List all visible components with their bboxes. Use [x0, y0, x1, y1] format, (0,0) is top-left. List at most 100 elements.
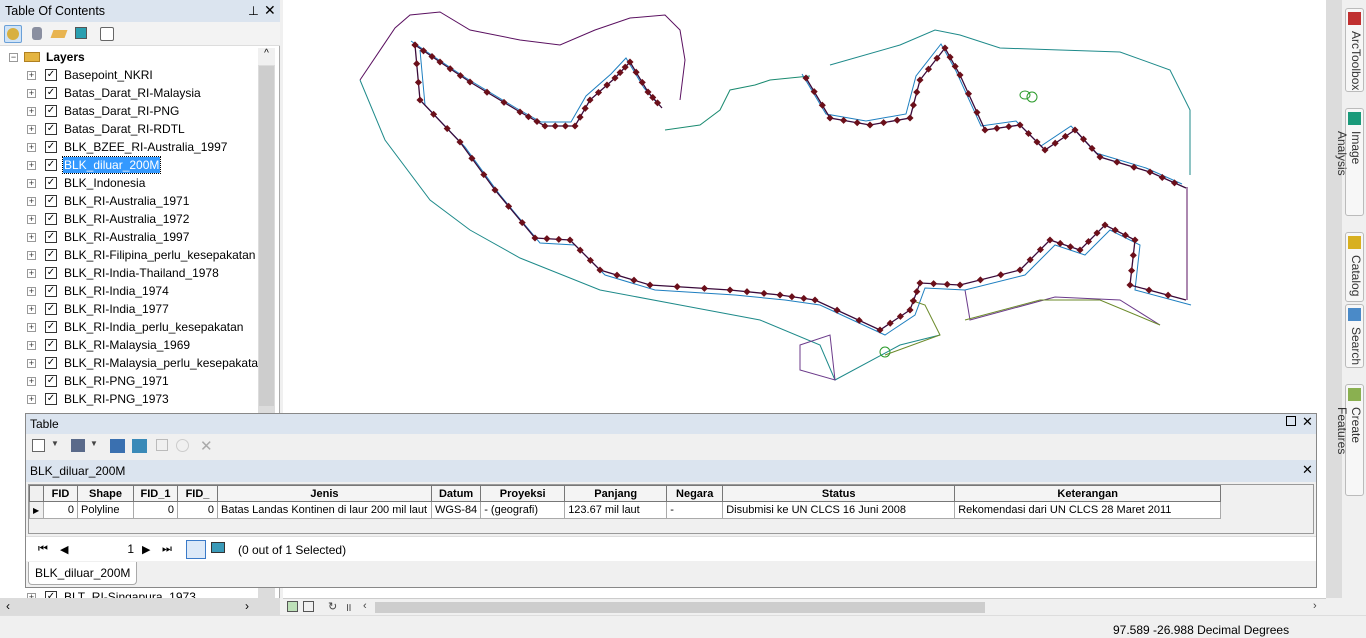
layer-row[interactable]: + ✓ BLK_RI-Australia_1972	[0, 210, 258, 228]
expand-icon[interactable]: +	[27, 143, 36, 152]
expand-icon[interactable]: +	[27, 197, 36, 206]
show-all-records-button[interactable]	[186, 540, 206, 559]
layer-row[interactable]: + ✓ BLK_RI-PNG_1973	[0, 390, 258, 408]
dock-tab-image-analysis[interactable]: Image Analysis	[1335, 108, 1364, 216]
layer-row[interactable]: + ✓ BLK_RI-India-Thailand_1978	[0, 264, 258, 282]
list-by-source-icon[interactable]	[28, 25, 46, 43]
pause-icon[interactable]: ॥	[345, 600, 352, 615]
layer-checkbox[interactable]: ✓	[45, 249, 57, 261]
table-row[interactable]: ▶ 0 Polyline 0 0 Batas Landas Kontinen di lau…	[29, 501, 1222, 519]
last-record-icon[interactable]: ⏭	[162, 543, 172, 556]
layer-row[interactable]: + ✓ Basepoint_NKRI	[0, 66, 258, 84]
layer-checkbox[interactable]: ✓	[45, 303, 57, 315]
dropdown-icon[interactable]: ▼	[51, 439, 59, 448]
maximize-icon[interactable]	[1286, 416, 1296, 426]
layer-checkbox[interactable]: ✓	[45, 195, 57, 207]
attribute-grid[interactable]: FID Shape FID_1 FID_ Jenis Datum Proyeksi Panja…	[28, 484, 1314, 534]
layer-checkbox[interactable]: ✓	[45, 177, 57, 189]
layer-row[interactable]: + ✓ Batas_Darat_RI-PNG	[0, 102, 258, 120]
expand-icon[interactable]: +	[27, 179, 36, 188]
expand-icon[interactable]: +	[27, 125, 36, 134]
expand-icon[interactable]: +	[27, 107, 36, 116]
select-by-attributes-icon[interactable]	[110, 439, 125, 453]
expand-icon[interactable]: +	[27, 323, 36, 332]
dock-tab-catalog[interactable]: Catalog	[1345, 232, 1364, 302]
expand-icon[interactable]: +	[27, 89, 36, 98]
layer-checkbox[interactable]: ✓	[45, 159, 57, 171]
table-cell[interactable]: Rekomendasi dari UN CLCS 28 Maret 2011	[954, 501, 1222, 519]
layer-row[interactable]: + ✓ BLT_RI-Singapura_1973	[0, 588, 258, 598]
layer-row[interactable]: + ✓ BLK_RI-Malaysia_perlu_kesepakatan	[0, 354, 258, 372]
table-tab[interactable]: BLK_diluar_200M	[28, 562, 138, 585]
layer-checkbox[interactable]: ✓	[45, 357, 57, 369]
layer-checkbox[interactable]: ✓	[45, 69, 57, 81]
expand-icon[interactable]: +	[27, 233, 36, 242]
column-header[interactable]: Panjang	[564, 485, 668, 502]
record-number-input[interactable]: 1	[78, 542, 134, 556]
collapse-icon[interactable]: −	[9, 53, 18, 62]
layer-row[interactable]: + ✓ BLK_diluar_200M	[0, 156, 258, 174]
layer-checkbox[interactable]: ✓	[45, 213, 57, 225]
layout-view-button[interactable]	[303, 601, 314, 612]
dropdown-icon[interactable]: ▼	[90, 439, 98, 448]
toc-hscrollbar[interactable]: ‹ ›	[0, 598, 280, 615]
refresh-icon[interactable]: ↻	[328, 600, 337, 613]
dock-tab-create-features[interactable]: Create Features	[1335, 384, 1364, 496]
layer-row[interactable]: + ✓ BLK_RI-India_1977	[0, 300, 258, 318]
expand-icon[interactable]: +	[27, 161, 36, 170]
close-table-tab-icon[interactable]: ✕	[1302, 462, 1313, 478]
layers-root[interactable]: − Layers	[0, 48, 258, 66]
layer-row[interactable]: + ✓ BLK_RI-Filipina_perlu_kesepakatan	[0, 246, 258, 264]
layer-checkbox[interactable]: ✓	[45, 123, 57, 135]
table-cell[interactable]: - (geografi)	[480, 501, 566, 519]
expand-icon[interactable]: +	[27, 287, 36, 296]
layer-checkbox[interactable]: ✓	[45, 267, 57, 279]
expand-icon[interactable]: +	[27, 215, 36, 224]
expand-icon[interactable]: +	[27, 305, 36, 314]
layer-row[interactable]: + ✓ BLK_RI-India_perlu_kesepakatan	[0, 318, 258, 336]
column-header[interactable]: FID_	[177, 485, 218, 502]
dock-tab-search[interactable]: Search	[1345, 304, 1364, 368]
column-header[interactable]: Proyeksi	[480, 485, 566, 502]
table-cell[interactable]: 0	[133, 501, 178, 519]
table-cell[interactable]: 123.67 mil laut	[564, 501, 668, 519]
layer-row[interactable]: + ✓ BLK_BZEE_RI-Australia_1997	[0, 138, 258, 156]
expand-icon[interactable]: +	[27, 395, 36, 404]
list-by-selection-icon[interactable]	[72, 25, 90, 43]
layer-row[interactable]: + ✓ BLK_RI-PNG_1971	[0, 372, 258, 390]
column-header[interactable]: FID	[43, 485, 78, 502]
expand-icon[interactable]: +	[27, 341, 36, 350]
column-header[interactable]: FID_1	[133, 485, 178, 502]
layer-row[interactable]: + ✓ Batas_Darat_RI-Malaysia	[0, 84, 258, 102]
expand-icon[interactable]: +	[27, 251, 36, 260]
switch-selection-icon[interactable]	[132, 439, 147, 453]
expand-icon[interactable]: +	[27, 71, 36, 80]
scroll-left-icon[interactable]: ‹	[363, 600, 367, 612]
show-selected-records-button[interactable]	[211, 542, 225, 553]
expand-icon[interactable]: +	[27, 359, 36, 368]
layer-row[interactable]: + ✓ BLK_RI-Malaysia_1969	[0, 336, 258, 354]
table-options-icon[interactable]	[32, 439, 45, 452]
map-vscrollbar[interactable]	[1326, 0, 1342, 598]
layer-checkbox[interactable]: ✓	[45, 141, 57, 153]
layer-row[interactable]: + ✓ BLK_RI-Australia_1997	[0, 228, 258, 246]
map-hscrollbar[interactable]: ↻ ॥ ‹ ›	[283, 598, 1326, 615]
layer-checkbox[interactable]: ✓	[45, 105, 57, 117]
data-view-button[interactable]	[287, 601, 298, 612]
table-cell[interactable]: 0	[43, 501, 78, 519]
layer-row[interactable]: + ✓ BLK_RI-Australia_1971	[0, 192, 258, 210]
dock-tab-arctoolbox[interactable]: ArcToolbox	[1345, 8, 1364, 92]
column-header[interactable]: Status	[722, 485, 956, 502]
layer-checkbox[interactable]: ✓	[45, 375, 57, 387]
list-by-visibility-icon[interactable]	[50, 25, 68, 43]
layer-checkbox[interactable]: ✓	[45, 393, 57, 405]
column-header[interactable]: Jenis	[217, 485, 432, 502]
layer-checkbox[interactable]: ✓	[45, 231, 57, 243]
row-selector[interactable]: ▶	[29, 501, 44, 519]
layer-checkbox[interactable]: ✓	[45, 87, 57, 99]
layer-checkbox[interactable]: ✓	[45, 339, 57, 351]
previous-record-icon[interactable]: ◀	[60, 543, 68, 556]
column-header[interactable]: Datum	[430, 485, 482, 502]
table-cell[interactable]: WGS-84	[430, 501, 482, 519]
list-by-drawing-order-icon[interactable]	[4, 25, 22, 43]
